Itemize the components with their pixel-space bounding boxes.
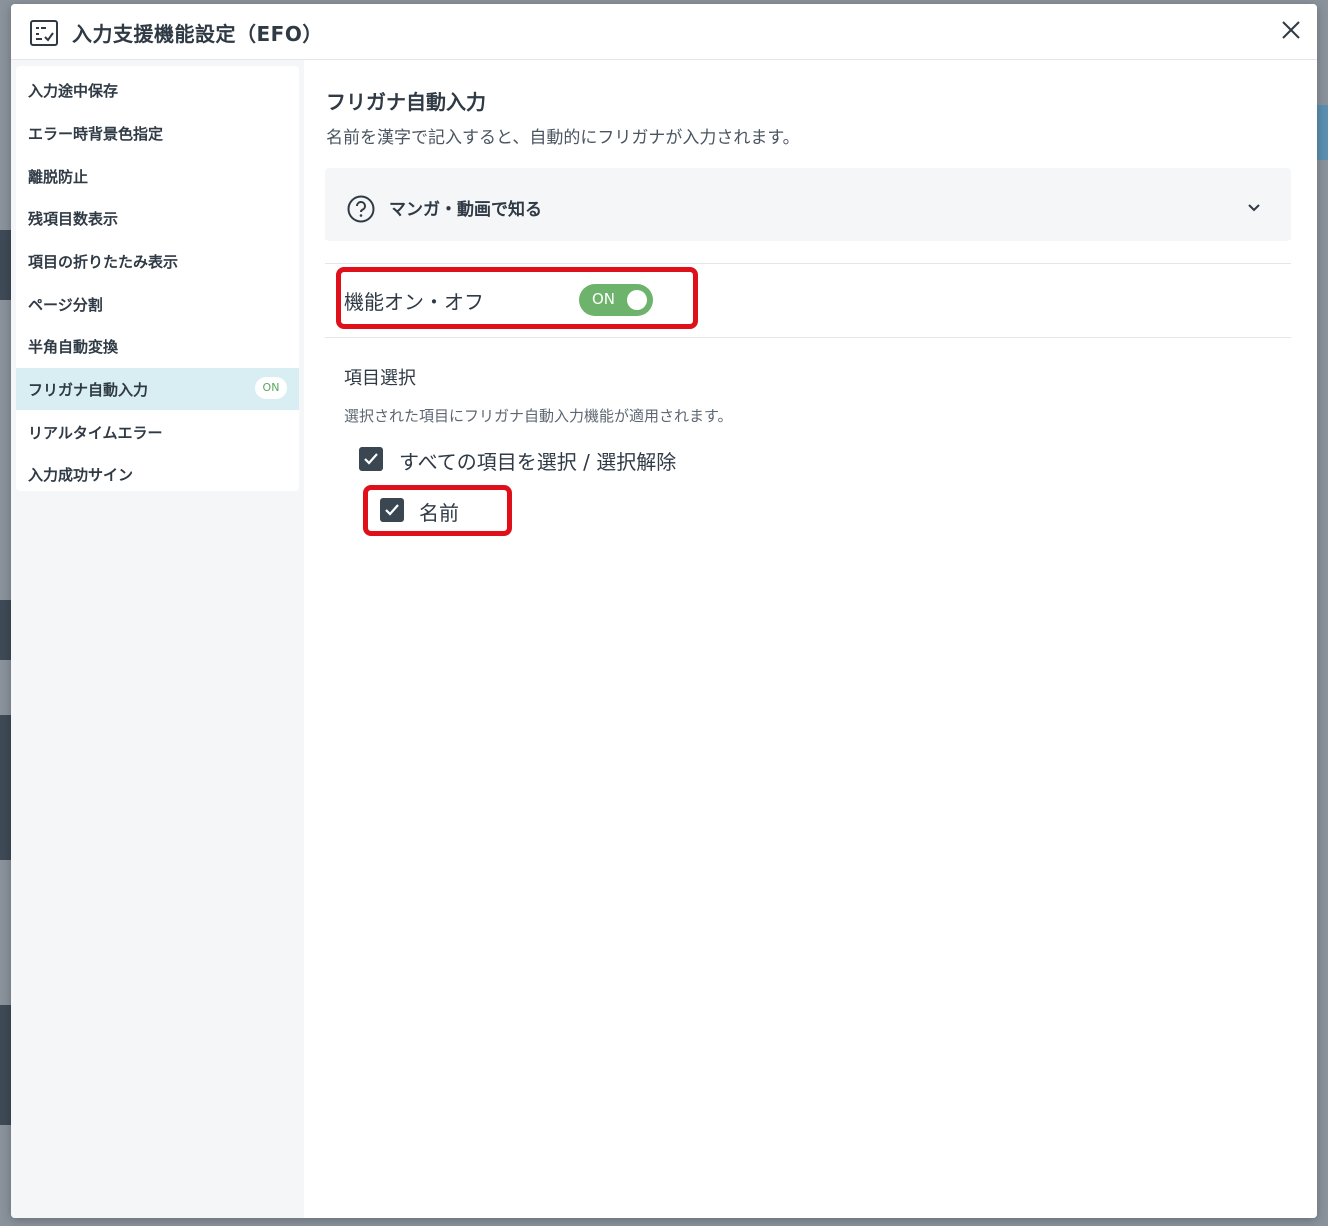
- sidebar-item-label: リアルタイムエラー: [28, 424, 163, 442]
- modal-title: 入力支援機能設定（EFO）: [72, 22, 323, 46]
- efo-settings-modal: 入力支援機能設定（EFO） 入力途中保存 エラー時背景色指定 離脱防止 残項目数…: [11, 4, 1317, 1218]
- sidebar-item-success-sign[interactable]: 入力成功サイン: [16, 453, 299, 495]
- checklist-icon: [30, 20, 58, 46]
- section-title: フリガナ自動入力: [326, 90, 486, 114]
- sidebar-item-label: 残項目数表示: [28, 210, 119, 228]
- chevron-down-icon: [1247, 198, 1261, 212]
- toggle-state-text: ON: [592, 290, 616, 308]
- background-strip: [1317, 105, 1328, 160]
- sidebar-item-label: エラー時背景色指定: [28, 125, 164, 143]
- sidebar-item-page-split[interactable]: ページ分割: [16, 283, 299, 325]
- name-field-label: 名前: [419, 501, 459, 525]
- sidebar-item-save-progress[interactable]: 入力途中保存: [16, 69, 299, 111]
- check-icon: [385, 504, 399, 516]
- sidebar-menu: 入力途中保存 エラー時背景色指定 離脱防止 残項目数表示 項目の折りたたみ表示 …: [16, 66, 299, 491]
- sidebar-item-halfwidth-convert[interactable]: 半角自動変換: [16, 325, 299, 367]
- sidebar-item-label: 半角自動変換: [28, 338, 119, 356]
- background-strip: [0, 1005, 11, 1125]
- divider: [325, 337, 1291, 338]
- feature-toggle[interactable]: ON: [579, 284, 653, 316]
- toggle-label: 機能オン・オフ: [344, 290, 484, 314]
- background-strip: [0, 715, 11, 860]
- field-select-description: 選択された項目にフリガナ自動入力機能が適用されます。: [344, 407, 733, 425]
- background-strip: [0, 230, 11, 300]
- sidebar-item-exit-prevention[interactable]: 離脱防止: [16, 155, 299, 197]
- sidebar-item-label: ページ分割: [28, 296, 103, 314]
- toggle-knob: [627, 290, 647, 310]
- select-all-checkbox[interactable]: [359, 447, 383, 471]
- modal-body: 入力途中保存 エラー時背景色指定 離脱防止 残項目数表示 項目の折りたたみ表示 …: [11, 60, 1317, 1218]
- section-description: 名前を漢字で記入すると、自動的にフリガナが入力されます。: [326, 128, 800, 148]
- sidebar-item-collapse-fields[interactable]: 項目の折りたたみ表示: [16, 240, 299, 282]
- sidebar-item-label: フリガナ自動入力: [28, 381, 149, 399]
- sidebar-item-label: 離脱防止: [28, 168, 89, 186]
- help-label: マンガ・動画で知る: [389, 200, 542, 220]
- status-badge: ON: [255, 377, 287, 399]
- sidebar: 入力途中保存 エラー時背景色指定 離脱防止 残項目数表示 項目の折りたたみ表示 …: [11, 60, 304, 1218]
- close-icon[interactable]: [1279, 18, 1303, 42]
- help-accordion[interactable]: マンガ・動画で知る: [325, 168, 1291, 241]
- sidebar-item-furigana[interactable]: フリガナ自動入力 ON: [16, 368, 299, 410]
- sidebar-item-remaining-count[interactable]: 残項目数表示: [16, 197, 299, 239]
- field-select-heading: 項目選択: [344, 368, 416, 389]
- question-circle-icon: [347, 195, 375, 223]
- divider: [325, 263, 1291, 264]
- sidebar-item-label: 入力成功サイン: [28, 466, 134, 484]
- main-content: フリガナ自動入力 名前を漢字で記入すると、自動的にフリガナが入力されます。 マン…: [304, 60, 1317, 1218]
- sidebar-item-realtime-error[interactable]: リアルタイムエラー: [16, 411, 299, 453]
- sidebar-item-label: 入力途中保存: [28, 82, 119, 100]
- background-strip: [0, 600, 11, 660]
- sidebar-item-error-bg-color[interactable]: エラー時背景色指定: [16, 112, 299, 154]
- select-all-label: すべての項目を選択 / 選択解除: [399, 450, 677, 474]
- check-icon: [364, 453, 378, 465]
- sidebar-item-label: 項目の折りたたみ表示: [28, 253, 179, 271]
- name-field-checkbox[interactable]: [380, 498, 404, 522]
- modal-header: 入力支援機能設定（EFO）: [11, 4, 1317, 60]
